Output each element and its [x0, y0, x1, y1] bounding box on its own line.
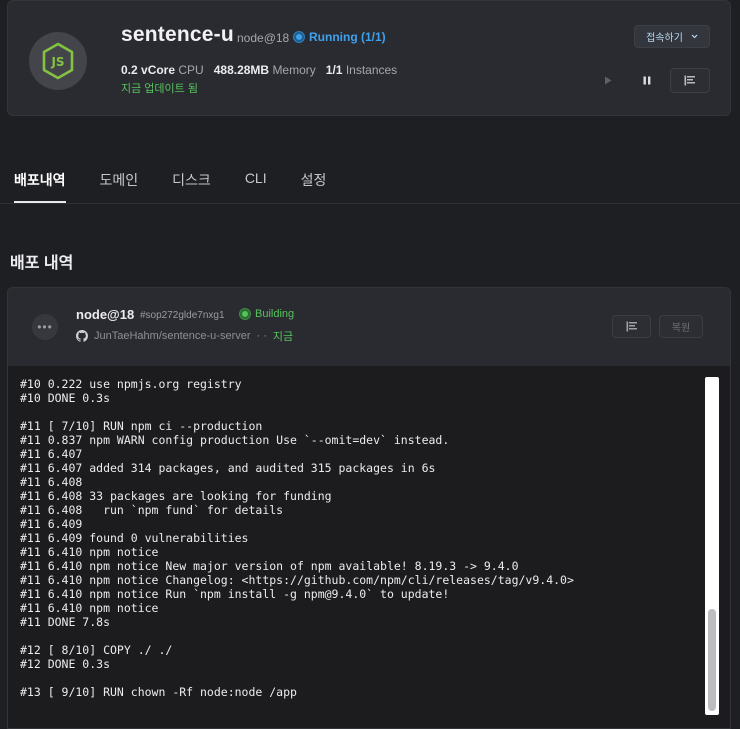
log-line: #13 [ 9/10] RUN chown -Rf node:node /app — [20, 685, 297, 699]
play-icon — [605, 76, 612, 85]
app-runtime: node@18 — [237, 31, 290, 45]
tabs-divider — [0, 203, 740, 204]
tab-deployments[interactable]: 배포내역 — [14, 170, 66, 203]
repo-suffix: · · — [256, 330, 267, 342]
log-line: #11 6.408 33 packages are looking for fu… — [20, 489, 332, 503]
log-line: #11 6.407 — [20, 447, 83, 461]
log-line: #11 6.410 npm notice — [20, 545, 159, 559]
logs-button[interactable] — [670, 68, 710, 93]
update-status: 지금 업데이트 됨 — [121, 83, 198, 95]
repo-name[interactable]: JunTaeHahm/sentence-u-server — [94, 330, 251, 342]
status-badge: Running (1/1) — [294, 30, 386, 44]
deployment-status-badge: Building — [240, 308, 294, 320]
log-line: #11 0.837 npm WARN config production Use… — [20, 433, 450, 447]
log-line: #12 [ 8/10] COPY ./ ./ — [20, 643, 173, 657]
deployment-runtime: node@18 — [76, 307, 135, 322]
log-line: #10 DONE 0.3s — [20, 391, 111, 405]
log-line: #11 6.408 run `npm fund` for details — [20, 503, 284, 517]
tab-disk[interactable]: 디스크 — [172, 170, 211, 203]
status-label: Running (1/1) — [309, 30, 386, 44]
connect-label: 접속하기 — [646, 33, 683, 44]
memory-stat: 488.28MB Memory — [213, 63, 316, 77]
tab-cli[interactable]: CLI — [245, 170, 267, 203]
logs-icon — [684, 75, 695, 86]
log-line: #11 [ 7/10] RUN npm ci --production — [20, 419, 263, 433]
more-options-button[interactable]: ••• — [32, 314, 58, 340]
pause-icon — [643, 76, 651, 85]
nodejs-logo-icon: JS — [29, 32, 87, 90]
connect-button[interactable]: 접속하기 — [634, 25, 710, 48]
build-log-output[interactable]: #10 0.222 use npmjs.org registry #10 DONE… — [8, 366, 730, 728]
log-line: #11 6.408 — [20, 475, 83, 489]
log-line: #11 6.410 npm notice Changelog: <https:/… — [20, 573, 574, 587]
tab-domains[interactable]: 도메인 — [100, 170, 139, 203]
log-scrollbar[interactable] — [705, 377, 719, 715]
repo-info: JunTaeHahm/sentence-u-server · · 지금 — [76, 328, 293, 344]
status-dot-icon — [294, 32, 304, 42]
deployment-hash: #sop272glde7nxg1 — [140, 310, 225, 321]
log-line: #11 6.409 found 0 vulnerabilities — [20, 531, 249, 545]
deployment-status-label: Building — [255, 308, 295, 320]
deployment-logs-button[interactable] — [612, 315, 651, 338]
deployment-card: ••• node@18 #sop272glde7nxg1 Building Ju… — [7, 287, 731, 729]
deployment-time: 지금 — [272, 331, 294, 343]
svg-text:JS: JS — [50, 55, 64, 69]
log-line: #11 6.410 npm notice Run `npm install -g… — [20, 587, 450, 601]
scrollbar-thumb[interactable] — [708, 609, 716, 711]
instances-stat: 1/1 Instances — [325, 63, 398, 77]
github-icon — [76, 330, 88, 342]
cpu-stat: 0.2 vCore CPU — [121, 63, 204, 77]
log-line: #12 DONE 0.3s — [20, 657, 111, 671]
log-line: #11 6.410 npm notice — [20, 601, 159, 615]
section-title: 배포 내역 — [10, 255, 74, 272]
ellipsis-icon: ••• — [37, 320, 53, 334]
log-line: #10 0.222 use npmjs.org registry — [20, 377, 242, 391]
restore-button[interactable]: 복원 — [659, 315, 703, 338]
chevron-down-icon — [691, 34, 698, 39]
play-button[interactable] — [598, 68, 618, 93]
tab-settings[interactable]: 설정 — [301, 170, 327, 203]
log-line: #11 6.407 added 314 packages, and audite… — [20, 461, 436, 475]
app-summary-card: JS sentence-u node@18 Running (1/1) 0.2 … — [7, 0, 731, 116]
pause-button[interactable] — [637, 68, 657, 93]
app-name: sentence-u — [121, 23, 234, 46]
log-line: #11 DONE 7.8s — [20, 615, 111, 629]
resource-stats: 0.2 vCore CPU 488.28MB Memory 1/1 Instan… — [121, 63, 397, 77]
logs-icon — [626, 321, 637, 332]
status-dot-icon — [240, 309, 250, 319]
tab-bar: 배포내역 도메인 디스크 CLI 설정 — [14, 170, 360, 203]
log-line: #11 6.409 — [20, 517, 83, 531]
log-line: #11 6.410 npm notice New major version o… — [20, 559, 519, 573]
